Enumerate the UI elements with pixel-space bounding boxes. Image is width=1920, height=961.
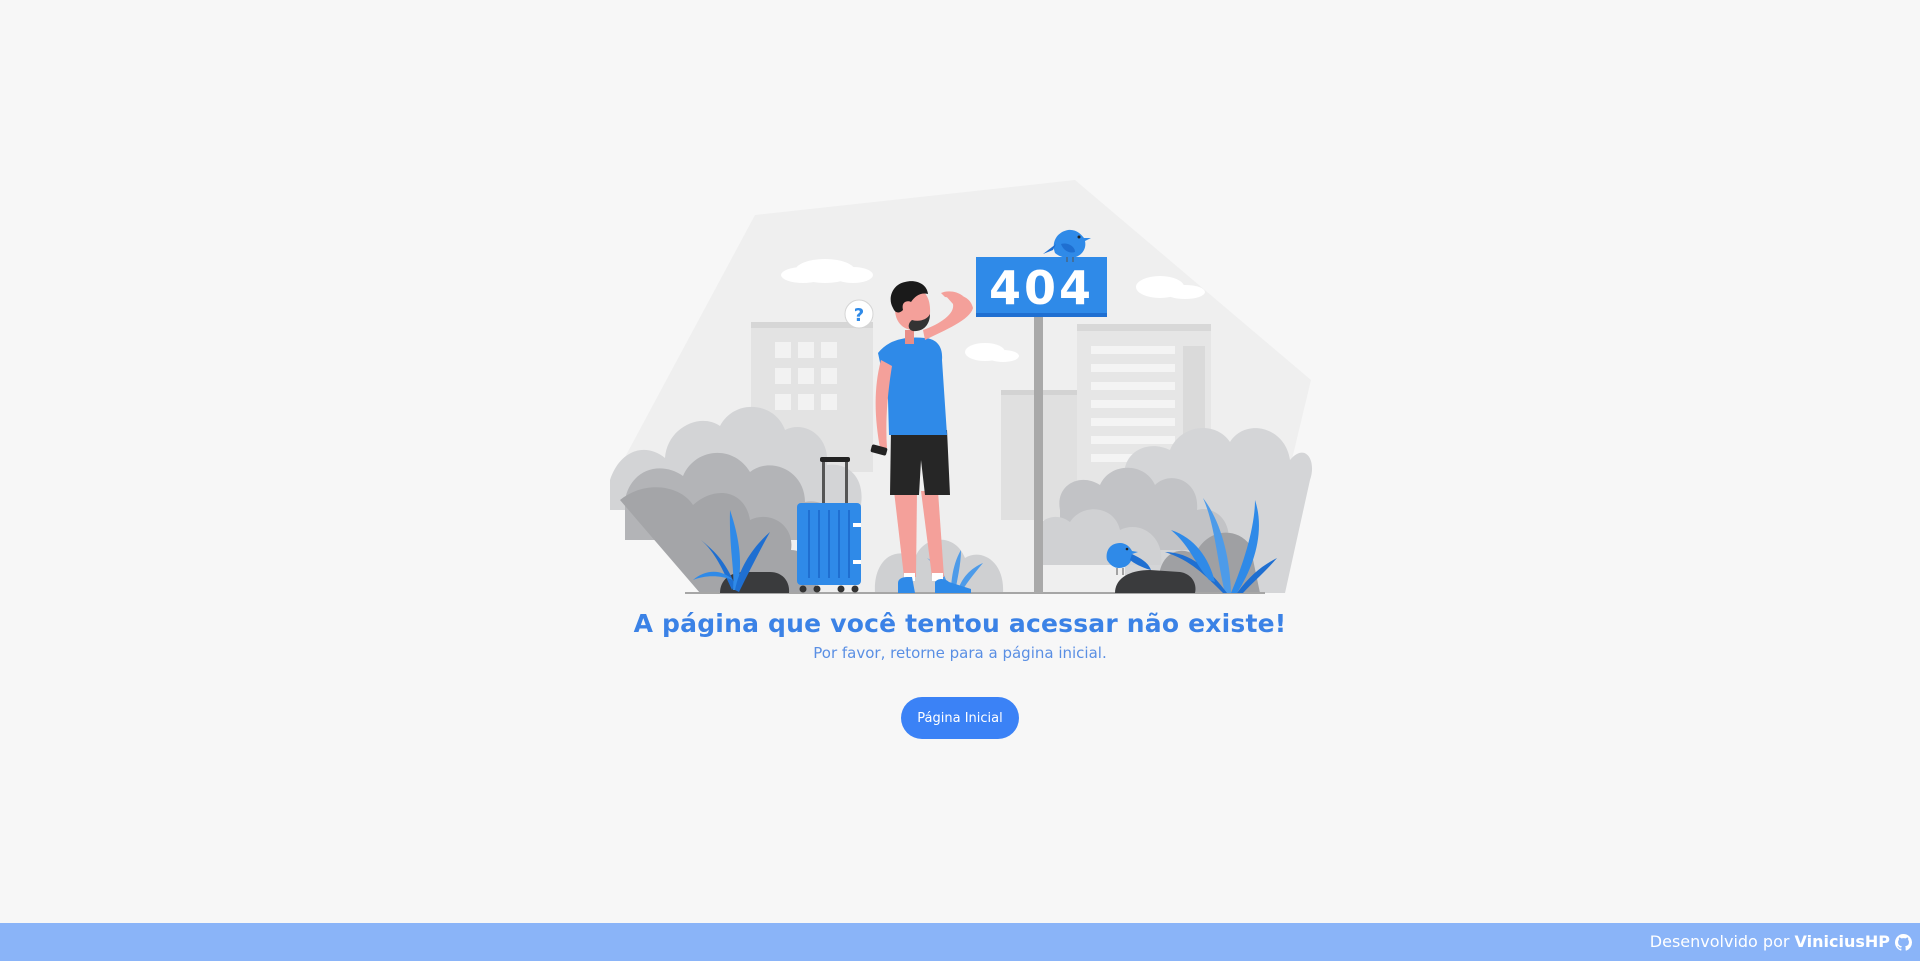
sign-404-text: 404 — [989, 261, 1094, 315]
question-bubble: ? — [844, 299, 874, 329]
sign-pole — [1034, 316, 1043, 593]
home-button[interactable]: Página Inicial — [901, 697, 1019, 739]
github-icon[interactable] — [1895, 934, 1912, 951]
error-subtitle: Por favor, retorne para a página inicial… — [813, 644, 1107, 662]
question-mark-text: ? — [854, 305, 864, 326]
author-link[interactable]: ViniciusHP — [1795, 932, 1890, 951]
footer-credit: Desenvolvido por ViniciusHP — [1650, 923, 1890, 961]
error-title: A página que você tentou acessar não exi… — [633, 609, 1287, 638]
not-found-content: 404 ? A página que você tentou acessar n… — [0, 0, 1920, 923]
page: 404 ? A página que você tentou acessar n… — [0, 0, 1920, 961]
footer: Desenvolvido por ViniciusHP — [0, 923, 1920, 961]
not-found-illustration: 404 ? — [610, 180, 1313, 594]
footer-prefix: Desenvolvido por — [1649, 932, 1790, 951]
